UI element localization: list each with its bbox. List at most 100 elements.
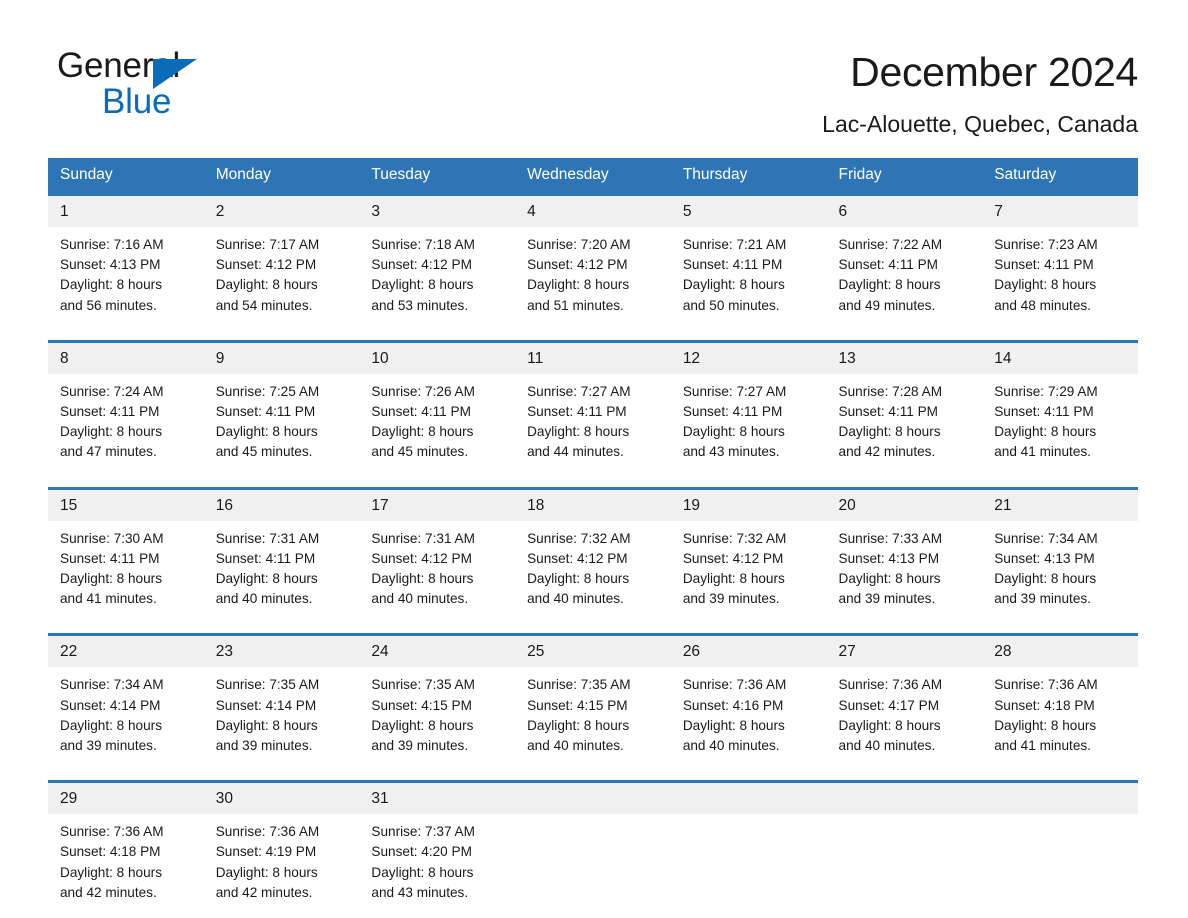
daylight-text-line1: Daylight: 8 hours: [994, 717, 1097, 733]
day-number[interactable]: 26: [671, 636, 827, 667]
daylight-text-line2: and 40 minutes.: [371, 591, 469, 607]
day-number[interactable]: 3: [359, 196, 515, 227]
day-cell: Sunrise: 7:36 AM Sunset: 4:18 PM Dayligh…: [48, 814, 204, 915]
day-number[interactable]: 18: [515, 490, 671, 521]
daylight-text-line1: Daylight: 8 hours: [215, 717, 318, 733]
day-cell: Sunrise: 7:17 AM Sunset: 4:12 PM Dayligh…: [204, 227, 360, 328]
day-number-empty: [982, 783, 1138, 814]
daylight-text-line2: and 44 minutes.: [527, 444, 624, 460]
sunrise-text: Sunrise: 7:36 AM: [838, 677, 943, 693]
sunrise-text: Sunrise: 7:20 AM: [527, 237, 631, 252]
sunrise-text: Sunrise: 7:34 AM: [994, 530, 1098, 546]
sunset-text: Sunset: 4:11 PM: [215, 404, 316, 420]
day-number[interactable]: 17: [359, 490, 515, 521]
week-date-band: 8 9 10 11 12 13 14: [48, 342, 1138, 374]
sunrise-text: Sunrise: 7:17 AM: [215, 237, 320, 252]
sunrise-text: Sunrise: 7:34 AM: [60, 677, 164, 693]
day-number[interactable]: 24: [359, 636, 515, 667]
daylight-text-line1: Daylight: 8 hours: [215, 424, 318, 440]
sunrise-text: Sunrise: 7:36 AM: [215, 824, 320, 840]
day-number[interactable]: 11: [515, 343, 671, 374]
sunset-text: Sunset: 4:12 PM: [527, 550, 628, 566]
day-cell: Sunrise: 7:22 AM Sunset: 4:11 PM Dayligh…: [827, 227, 983, 328]
day-number[interactable]: 19: [671, 490, 827, 521]
daylight-text-line1: Daylight: 8 hours: [215, 277, 318, 293]
week-date-band: 1 2 3 4 5 6 7: [48, 196, 1138, 227]
daylight-text-line1: Daylight: 8 hours: [60, 424, 163, 440]
daylight-text-line2: and 40 minutes.: [838, 738, 936, 754]
weekday-header-tuesday: Tuesday: [371, 166, 431, 183]
daylight-text-line1: Daylight: 8 hours: [371, 864, 474, 880]
day-number[interactable]: 23: [204, 636, 360, 667]
day-cell: Sunrise: 7:31 AM Sunset: 4:12 PM Dayligh…: [359, 521, 515, 622]
week-info-band: Sunrise: 7:36 AM Sunset: 4:18 PM Dayligh…: [48, 814, 1138, 916]
sunset-text: Sunset: 4:11 PM: [527, 404, 627, 420]
day-number[interactable]: 20: [827, 490, 983, 521]
sunset-text: Sunset: 4:11 PM: [682, 404, 783, 420]
calendar-table: Sunday Monday Tuesday Wednesday Thursday…: [48, 158, 1138, 916]
day-number[interactable]: 2: [204, 196, 360, 227]
day-number[interactable]: 13: [827, 343, 983, 374]
day-number[interactable]: 16: [204, 490, 360, 521]
daylight-text-line2: and 39 minutes.: [371, 738, 469, 754]
day-number[interactable]: 30: [204, 783, 360, 814]
daylight-text-line2: and 53 minutes.: [371, 297, 469, 313]
daylight-text-line2: and 41 minutes.: [60, 591, 157, 607]
day-cell: Sunrise: 7:28 AM Sunset: 4:11 PM Dayligh…: [827, 374, 983, 475]
day-cell: Sunrise: 7:32 AM Sunset: 4:12 PM Dayligh…: [515, 521, 671, 622]
day-number[interactable]: 8: [48, 343, 204, 374]
sunset-text: Sunset: 4:11 PM: [371, 404, 471, 420]
sunrise-text: Sunrise: 7:36 AM: [682, 677, 787, 693]
day-cell: Sunrise: 7:16 AM Sunset: 4:13 PM Dayligh…: [48, 227, 204, 328]
daylight-text-line1: Daylight: 8 hours: [60, 864, 163, 880]
daylight-text-line2: and 50 minutes.: [682, 297, 780, 313]
daylight-text-line2: and 41 minutes.: [994, 444, 1091, 460]
day-number[interactable]: 22: [48, 636, 204, 667]
day-number[interactable]: 9: [204, 343, 360, 374]
day-number[interactable]: 1: [48, 196, 204, 227]
day-number[interactable]: 6: [827, 196, 983, 227]
day-cell: Sunrise: 7:27 AM Sunset: 4:11 PM Dayligh…: [515, 374, 671, 475]
day-number[interactable]: 10: [359, 343, 515, 374]
sunrise-text: Sunrise: 7:32 AM: [527, 530, 631, 546]
day-number[interactable]: 31: [359, 783, 515, 814]
day-number[interactable]: 14: [982, 343, 1138, 374]
day-cell: Sunrise: 7:20 AM Sunset: 4:12 PM Dayligh…: [515, 227, 671, 328]
day-number[interactable]: 27: [827, 636, 983, 667]
page-header: General Blue December 2024 Lac-Alouette,…: [0, 0, 1188, 138]
day-number[interactable]: 25: [515, 636, 671, 667]
day-number[interactable]: 12: [671, 343, 827, 374]
daylight-text-line2: and 48 minutes.: [994, 297, 1091, 313]
sunset-text: Sunset: 4:11 PM: [682, 257, 783, 273]
sunrise-text: Sunrise: 7:35 AM: [527, 677, 631, 693]
sunset-text: Sunset: 4:12 PM: [215, 257, 317, 273]
day-number[interactable]: 7: [982, 196, 1138, 227]
sunset-text: Sunset: 4:11 PM: [994, 404, 1094, 420]
daylight-text-line2: and 39 minutes.: [838, 591, 936, 607]
sunrise-text: Sunrise: 7:31 AM: [371, 530, 475, 546]
day-number[interactable]: 5: [671, 196, 827, 227]
daylight-text-line2: and 40 minutes.: [215, 591, 313, 607]
sunset-text: Sunset: 4:15 PM: [527, 697, 628, 713]
week-row: 15 16 17 18 19 20 21 Sunrise: 7:30 AM Su…: [48, 486, 1138, 622]
calendar-page: General Blue December 2024 Lac-Alouette,…: [0, 0, 1188, 918]
day-number[interactable]: 21: [982, 490, 1138, 521]
day-cell: Sunrise: 7:29 AM Sunset: 4:11 PM Dayligh…: [982, 374, 1138, 475]
day-number[interactable]: 15: [48, 490, 204, 521]
week-info-band: Sunrise: 7:24 AM Sunset: 4:11 PM Dayligh…: [48, 373, 1138, 475]
daylight-text-line2: and 42 minutes.: [838, 444, 936, 460]
sunset-text: Sunset: 4:19 PM: [215, 844, 317, 860]
weekday-header-row: Sunday Monday Tuesday Wednesday Thursday…: [48, 158, 1138, 193]
sunset-text: Sunset: 4:18 PM: [994, 697, 1095, 713]
day-cell: Sunrise: 7:35 AM Sunset: 4:15 PM Dayligh…: [359, 667, 515, 768]
sunrise-text: Sunrise: 7:18 AM: [371, 237, 475, 252]
daylight-text-line1: Daylight: 8 hours: [371, 277, 474, 293]
day-number[interactable]: 28: [982, 636, 1138, 667]
week-info-band: Sunrise: 7:34 AM Sunset: 4:14 PM Dayligh…: [48, 667, 1138, 769]
daylight-text-line1: Daylight: 8 hours: [682, 717, 785, 733]
day-number[interactable]: 4: [515, 196, 671, 227]
day-cell-empty: [671, 814, 827, 915]
sunset-text: Sunset: 4:12 PM: [527, 257, 628, 273]
daylight-text-line1: Daylight: 8 hours: [60, 277, 163, 293]
day-number[interactable]: 29: [48, 783, 204, 814]
